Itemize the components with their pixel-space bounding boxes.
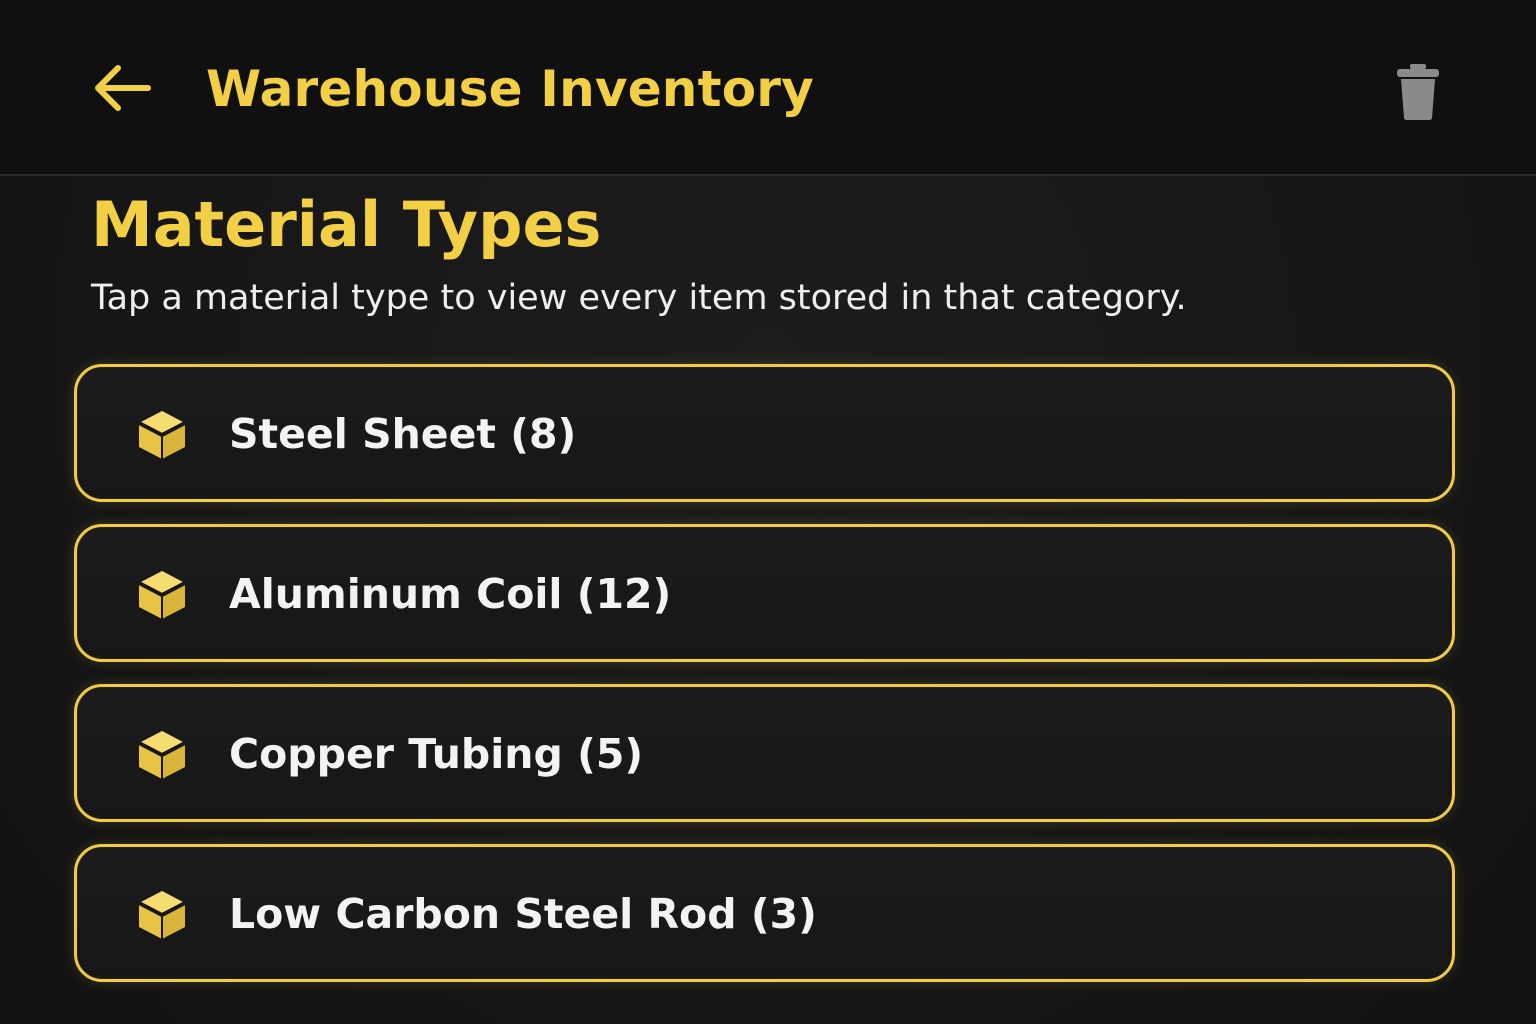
material-list: Steel Sheet (8) Aluminum Coil (12) Coppe… [74, 364, 1455, 982]
section-subtitle: Tap a material type to view every item s… [91, 278, 1187, 318]
trash-icon [1397, 64, 1439, 120]
box-icon [135, 568, 189, 622]
material-item-label: Low Carbon Steel Rod (3) [229, 890, 817, 938]
box-icon [135, 728, 189, 782]
main-content: Material Types Tap a material type to vi… [0, 176, 1536, 1024]
box-icon [135, 888, 189, 942]
page-title: Warehouse Inventory [206, 60, 814, 118]
arrow-left-icon [95, 65, 151, 111]
material-item-aluminum-coil[interactable]: Aluminum Coil (12) [74, 524, 1455, 662]
material-item-steel-sheet[interactable]: Steel Sheet (8) [74, 364, 1455, 502]
material-item-label: Steel Sheet (8) [229, 410, 577, 458]
box-icon [135, 408, 189, 462]
material-item-label: Copper Tubing (5) [229, 730, 644, 778]
delete-button[interactable] [1382, 56, 1454, 128]
back-button[interactable] [86, 52, 158, 124]
material-item-label: Aluminum Coil (12) [229, 570, 672, 618]
material-item-copper-tubing[interactable]: Copper Tubing (5) [74, 684, 1455, 822]
app-header: Warehouse Inventory [0, 0, 1536, 176]
material-item-low-carbon-steel-rod[interactable]: Low Carbon Steel Rod (3) [74, 844, 1455, 982]
section-title: Material Types [91, 188, 602, 261]
